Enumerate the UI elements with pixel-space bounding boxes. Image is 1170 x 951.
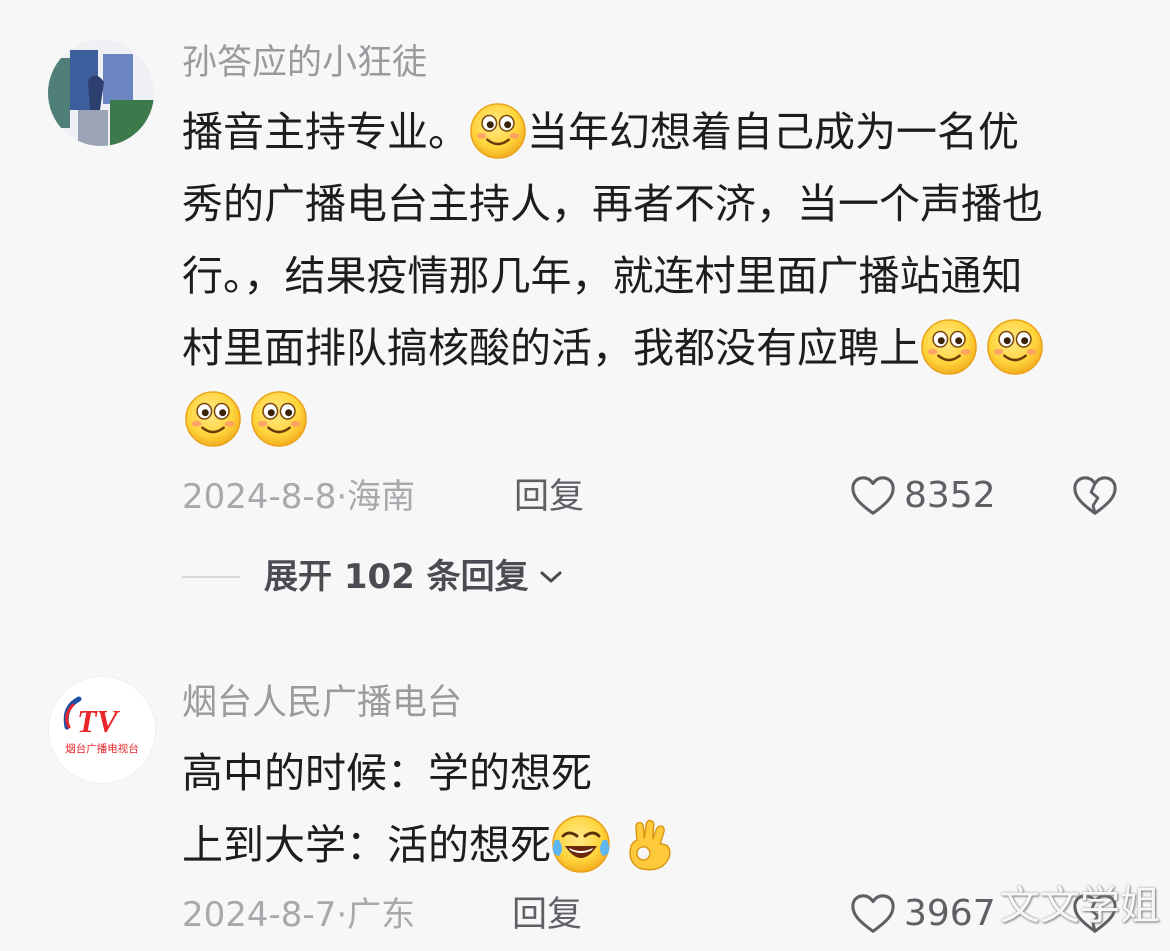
comment-text: 播音主持专业。 当年幻想着自己成为一名优 秀的广播电台主持人，再者不济，当一个声播… (182, 96, 1122, 456)
reply-button[interactable]: 回复 (512, 898, 582, 933)
ok-hand-emoji (621, 816, 677, 872)
comment-date: 2024-8-7 (182, 895, 337, 935)
comment-line: 秀的广播电台主持人，再者不济，当一个声播也 (182, 180, 1043, 228)
smile-emoji (250, 390, 308, 448)
comment-location: 广东 (347, 895, 416, 935)
broken-heart-icon (1072, 474, 1118, 518)
smile-emoji (184, 390, 242, 448)
comment-meta: 2024-8-8·海南 (182, 480, 415, 514)
tv-logo: TV 烟台广播电视台 (49, 677, 155, 783)
meta-separator: · (336, 895, 348, 935)
smile-emoji (469, 102, 527, 160)
heart-icon (850, 474, 896, 518)
expand-replies-button[interactable]: 展开 102 条回复 (182, 555, 565, 599)
expand-replies-label: 展开 102 条回复 (264, 557, 529, 597)
comment-line: 村里面排队搞核酸的活，我都没有应聘上 (182, 312, 1122, 384)
like-count: 3967 (904, 893, 996, 934)
comment-line: 播音主持专业。 当年幻想着自己成为一名优 (182, 96, 1122, 168)
comment-line: 上到大学：活的想死 (182, 809, 1122, 881)
like-button[interactable]: 3967 (850, 892, 996, 936)
comment-meta: 2024-8-7·广东 (182, 898, 415, 932)
laugh-cry-emoji (551, 814, 611, 874)
chevron-down-icon (540, 571, 562, 583)
meta-separator: · (336, 477, 348, 517)
dislike-button[interactable] (1072, 474, 1118, 522)
avatar-image (48, 40, 154, 146)
watermark: 文文学姐 (1000, 883, 1160, 929)
divider-line (182, 576, 240, 578)
comment-text: 高中的时候：学的想死 上到大学：活的想死 (182, 737, 1122, 881)
comment-username[interactable]: 烟台人民广播电台 (182, 686, 462, 721)
heart-icon (850, 892, 896, 936)
comment-line: 行。，结果疫情那几年，就连村里面广播站通知 (182, 252, 1023, 300)
comment-line: 高中的时候：学的想死 (182, 749, 592, 797)
svg-text:TV: TV (77, 703, 121, 739)
avatar[interactable] (48, 40, 154, 146)
svg-text:烟台广播电视台: 烟台广播电视台 (65, 742, 139, 755)
smile-emoji (986, 318, 1044, 376)
avatar[interactable]: TV 烟台广播电视台 (48, 676, 156, 784)
comment-location: 海南 (347, 477, 416, 517)
smile-emoji (920, 318, 978, 376)
comment-date: 2024-8-8 (182, 477, 337, 517)
comment-username[interactable]: 孙答应的小狂徒 (182, 46, 427, 81)
comment-line (184, 384, 1122, 456)
like-button[interactable]: 8352 (850, 474, 996, 518)
reply-button[interactable]: 回复 (514, 480, 584, 515)
like-count: 8352 (904, 475, 996, 516)
